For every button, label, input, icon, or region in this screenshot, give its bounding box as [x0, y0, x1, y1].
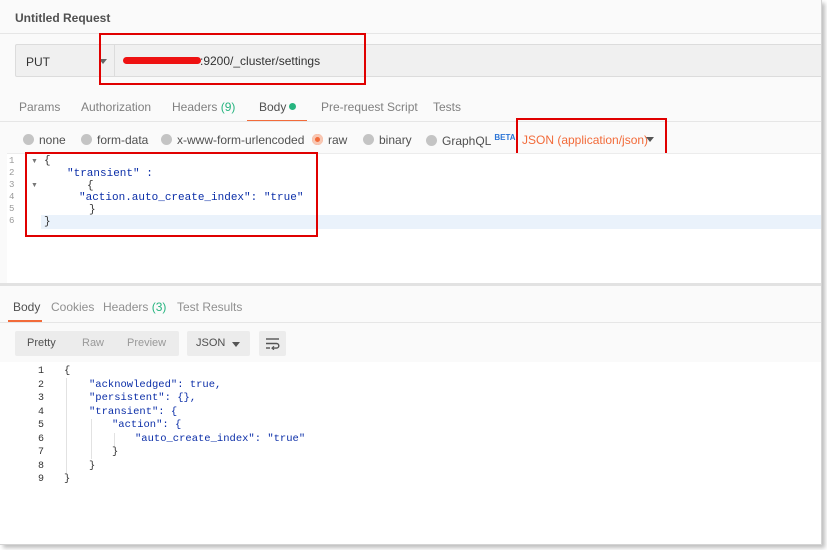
- format-label: JSON: [196, 337, 226, 349]
- line-number: 4: [37, 407, 44, 418]
- code-line: "auto_create_index": "true": [135, 433, 306, 445]
- line-number: 2: [9, 168, 15, 178]
- tab-params[interactable]: Params: [19, 100, 60, 114]
- line-number: 3: [9, 180, 15, 190]
- code-line: "action": {: [112, 419, 182, 431]
- chevron-down-icon: [232, 342, 240, 347]
- radio-graphql[interactable]: GraphQL BETA: [426, 133, 516, 148]
- indent-guide: [91, 419, 92, 459]
- annotation-box-content-type: [516, 118, 667, 157]
- tab-tests[interactable]: Tests: [433, 100, 461, 114]
- radio-binary[interactable]: binary: [363, 133, 412, 147]
- code-line: }: [89, 460, 96, 472]
- code-line: }: [64, 473, 71, 485]
- tabs-divider: [0, 121, 821, 122]
- line-number: 6: [37, 434, 44, 445]
- line-number: 6: [9, 216, 15, 226]
- tab-body[interactable]: Body: [259, 100, 297, 114]
- wrap-lines-icon: [266, 338, 280, 350]
- line-number: 1: [9, 156, 15, 166]
- body-indicator-dot: [289, 103, 297, 110]
- tab-headers[interactable]: Headers (9): [172, 100, 235, 114]
- radio-dot: [81, 134, 92, 145]
- line-number: 5: [9, 204, 15, 214]
- radio-dot-selected: [312, 134, 323, 145]
- radio-none[interactable]: none: [23, 133, 66, 147]
- line-number: 7: [37, 447, 44, 458]
- radio-dot: [161, 134, 172, 145]
- beta-badge: BETA: [494, 133, 516, 142]
- radio-dot: [23, 134, 34, 145]
- line-number: 4: [9, 192, 15, 202]
- tab-pre-request-script[interactable]: Pre-request Script: [321, 100, 418, 114]
- res-tab-headers[interactable]: Headers (3): [103, 300, 166, 314]
- preview-button[interactable]: Preview: [127, 337, 166, 349]
- annotation-box-body: [25, 152, 318, 237]
- response-body-viewer[interactable]: 1 2 3 4 5 6 7 8 9 { "acknowledged": true…: [0, 362, 821, 544]
- line-number: 1: [37, 366, 44, 377]
- res-tab-test-results[interactable]: Test Results: [177, 300, 242, 314]
- response-tabs-divider: [0, 322, 821, 323]
- body-mode-options: none form-data x-www-form-urlencoded raw…: [0, 129, 821, 151]
- code-line: }: [112, 446, 119, 458]
- line-number: 9: [37, 474, 44, 485]
- code-line: "transient": {: [89, 406, 178, 418]
- wrap-lines-button[interactable]: [259, 331, 286, 356]
- response-format-select[interactable]: JSON: [187, 331, 250, 356]
- radio-x-www-form-urlencoded[interactable]: x-www-form-urlencoded: [161, 133, 304, 147]
- raw-button[interactable]: Raw: [82, 337, 104, 349]
- code-line: {: [64, 365, 71, 377]
- line-number: 5: [37, 420, 44, 431]
- request-tabs: Params Authorization Headers (9) Body Pr…: [0, 95, 821, 122]
- code-line: "acknowledged": true,: [89, 379, 222, 391]
- response-tabs: Body Cookies Headers (3) Test Results: [0, 294, 821, 322]
- request-title[interactable]: Untitled Request: [15, 11, 110, 25]
- res-tab-cookies[interactable]: Cookies: [51, 300, 94, 314]
- radio-form-data[interactable]: form-data: [81, 133, 148, 147]
- indent-guide: [114, 433, 115, 447]
- headers-count: (9): [220, 100, 236, 114]
- response-view-modes: Pretty Raw Preview: [15, 331, 179, 356]
- code-line: "persistent": {},: [89, 392, 197, 404]
- res-tab-body[interactable]: Body: [13, 300, 40, 314]
- radio-dot: [363, 134, 374, 145]
- method-label: PUT: [26, 55, 50, 69]
- indent-guide: [66, 378, 67, 474]
- pretty-button[interactable]: Pretty: [27, 337, 56, 349]
- tab-authorization[interactable]: Authorization: [81, 100, 151, 114]
- res-headers-count: (3): [151, 300, 167, 314]
- radio-dot: [426, 135, 437, 146]
- line-number: 2: [37, 380, 44, 391]
- annotation-box-url: [99, 33, 366, 85]
- line-number: 3: [37, 393, 44, 404]
- postman-window: Untitled Request PUT :9200/_cluster/sett…: [0, 0, 822, 545]
- radio-raw[interactable]: raw: [312, 133, 347, 147]
- panel-separator[interactable]: [0, 283, 821, 286]
- line-number: 8: [37, 461, 44, 472]
